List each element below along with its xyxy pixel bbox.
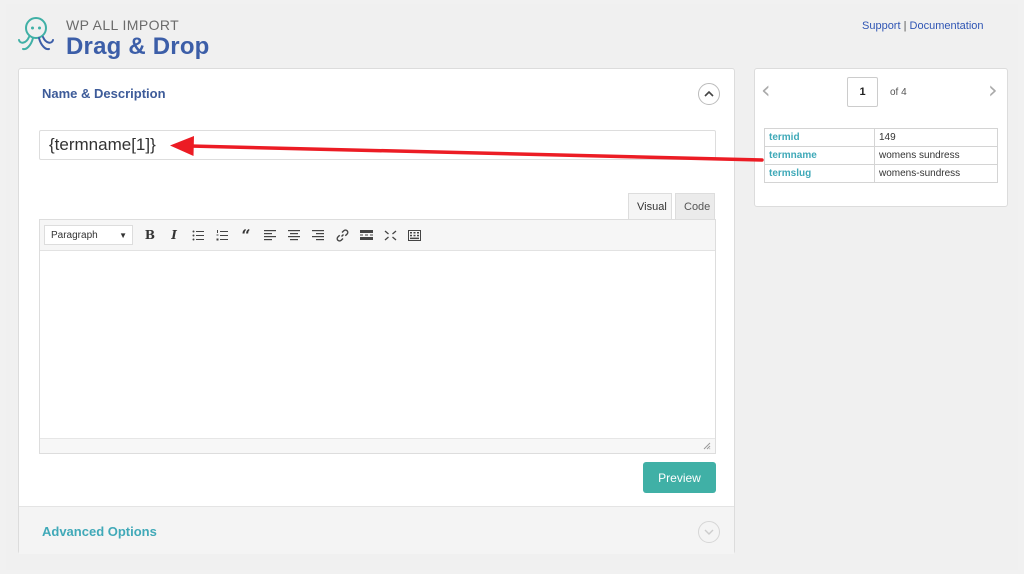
blockquote-icon[interactable]: “ bbox=[234, 224, 258, 246]
advanced-options-section[interactable]: Advanced Options bbox=[19, 506, 734, 554]
field-value: womens sundress bbox=[874, 146, 998, 165]
octopus-logo-icon bbox=[18, 17, 54, 51]
field-key[interactable]: termslug bbox=[764, 164, 875, 183]
page-number-input[interactable]: 1 bbox=[847, 77, 878, 107]
top-links: Support | Documentation bbox=[862, 20, 984, 32]
tab-code[interactable]: Code bbox=[675, 193, 715, 219]
chevron-right-icon[interactable]: › bbox=[988, 76, 998, 104]
format-select-value: Paragraph bbox=[51, 229, 98, 241]
chevron-down-icon bbox=[704, 529, 714, 535]
link-separator: | bbox=[900, 20, 910, 32]
editor-toolbar: Paragraph ▼ B I “ bbox=[40, 220, 715, 251]
format-select[interactable]: Paragraph ▼ bbox=[44, 225, 133, 245]
tab-visual[interactable]: Visual bbox=[628, 193, 672, 219]
numbered-list-icon[interactable] bbox=[210, 224, 234, 246]
brand-big-title: Drag & Drop bbox=[66, 33, 210, 60]
align-center-icon[interactable] bbox=[282, 224, 306, 246]
chevron-left-icon[interactable]: ‹ bbox=[761, 76, 771, 104]
term-name-input[interactable]: {termname[1]} bbox=[39, 130, 716, 160]
table-row: termid 149 bbox=[764, 128, 998, 147]
italic-icon[interactable]: I bbox=[162, 224, 186, 246]
record-data-table: termid 149 termname womens sundress term… bbox=[764, 128, 998, 183]
expand-button[interactable] bbox=[698, 521, 720, 543]
page-count-label: of 4 bbox=[890, 87, 907, 98]
preview-button[interactable]: Preview bbox=[643, 462, 716, 493]
chevron-up-icon bbox=[704, 91, 714, 97]
caret-down-icon: ▼ bbox=[119, 230, 127, 240]
collapse-button[interactable] bbox=[698, 83, 720, 105]
table-row: termslug womens-sundress bbox=[764, 164, 998, 183]
documentation-link[interactable]: Documentation bbox=[910, 20, 984, 32]
section-title: Name & Description bbox=[42, 86, 166, 101]
link-icon[interactable] bbox=[330, 224, 354, 246]
advanced-options-title: Advanced Options bbox=[42, 524, 157, 539]
fullscreen-icon[interactable] bbox=[378, 224, 402, 246]
field-key[interactable]: termid bbox=[764, 128, 875, 147]
align-left-icon[interactable] bbox=[258, 224, 282, 246]
read-more-icon[interactable] bbox=[354, 224, 378, 246]
field-value: 149 bbox=[874, 128, 998, 147]
support-link[interactable]: Support bbox=[862, 20, 901, 32]
record-viewer-panel: ‹ 1 of 4 › termid 149 termname womens su… bbox=[754, 68, 1008, 207]
resize-handle-icon[interactable] bbox=[703, 442, 711, 450]
editor-statusbar bbox=[40, 438, 715, 453]
field-value: womens-sundress bbox=[874, 164, 998, 183]
name-description-panel: Name & Description {termname[1]} Visual … bbox=[18, 68, 735, 554]
description-editor: Paragraph ▼ B I “ bbox=[39, 219, 716, 454]
table-row: termname womens sundress bbox=[764, 146, 998, 165]
bold-icon[interactable]: B bbox=[138, 224, 162, 246]
bullet-list-icon[interactable] bbox=[186, 224, 210, 246]
brand-small-title: WP ALL IMPORT bbox=[66, 17, 180, 33]
field-key[interactable]: termname bbox=[764, 146, 875, 165]
toolbar-toggle-icon[interactable] bbox=[402, 224, 426, 246]
editor-content-area[interactable] bbox=[40, 251, 715, 438]
align-right-icon[interactable] bbox=[306, 224, 330, 246]
